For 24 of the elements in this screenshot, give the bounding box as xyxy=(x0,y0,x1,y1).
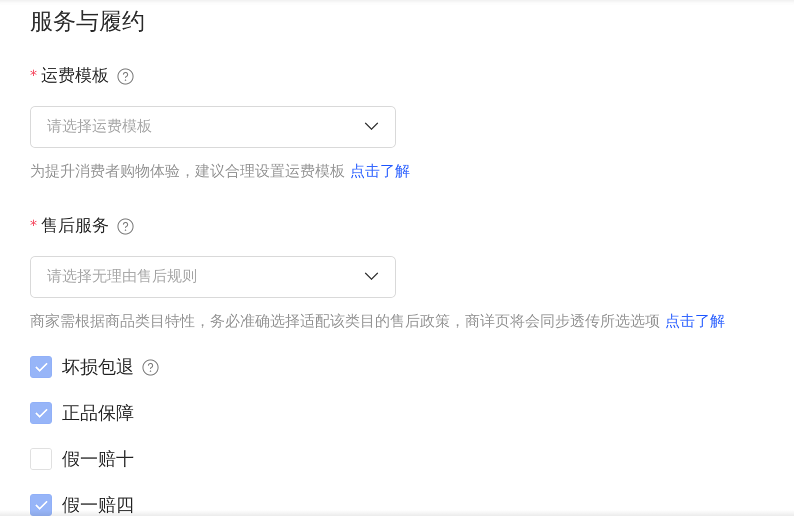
option-label: 假一赔四 xyxy=(62,494,134,516)
option-label: 假一赔十 xyxy=(62,448,134,472)
help-text: 为提升消费者购物体验，建议合理设置运费模板 点击了解 xyxy=(30,160,411,182)
help-icon[interactable] xyxy=(117,68,134,86)
section-title: 服务与履约 xyxy=(30,8,146,37)
learn-more-link[interactable]: 点击了解 xyxy=(350,162,410,180)
checkbox[interactable] xyxy=(30,402,52,424)
chevron-down-icon xyxy=(364,122,379,131)
help-icon[interactable] xyxy=(117,218,134,236)
checkbox[interactable] xyxy=(30,494,52,516)
check-icon xyxy=(34,362,48,372)
check-icon xyxy=(34,500,48,510)
learn-more-link[interactable]: 点击了解 xyxy=(664,312,725,330)
check-icon xyxy=(34,408,48,418)
field-label: 运费模板 xyxy=(41,65,109,88)
help-icon[interactable] xyxy=(142,358,159,376)
field-label: 售后服务 xyxy=(41,215,109,238)
required-mark: * xyxy=(30,217,37,236)
required-mark: * xyxy=(30,67,37,86)
help-text: 商家需根据商品类目特性，务必准确选择适配该类目的售后政策，商详页将会同步透传所选选项 点击了解 xyxy=(30,310,726,332)
option-label: 坏损包退 xyxy=(62,356,134,380)
checkbox[interactable] xyxy=(30,356,52,378)
option-label: 正品保障 xyxy=(62,402,134,426)
chevron-down-icon xyxy=(364,272,379,281)
